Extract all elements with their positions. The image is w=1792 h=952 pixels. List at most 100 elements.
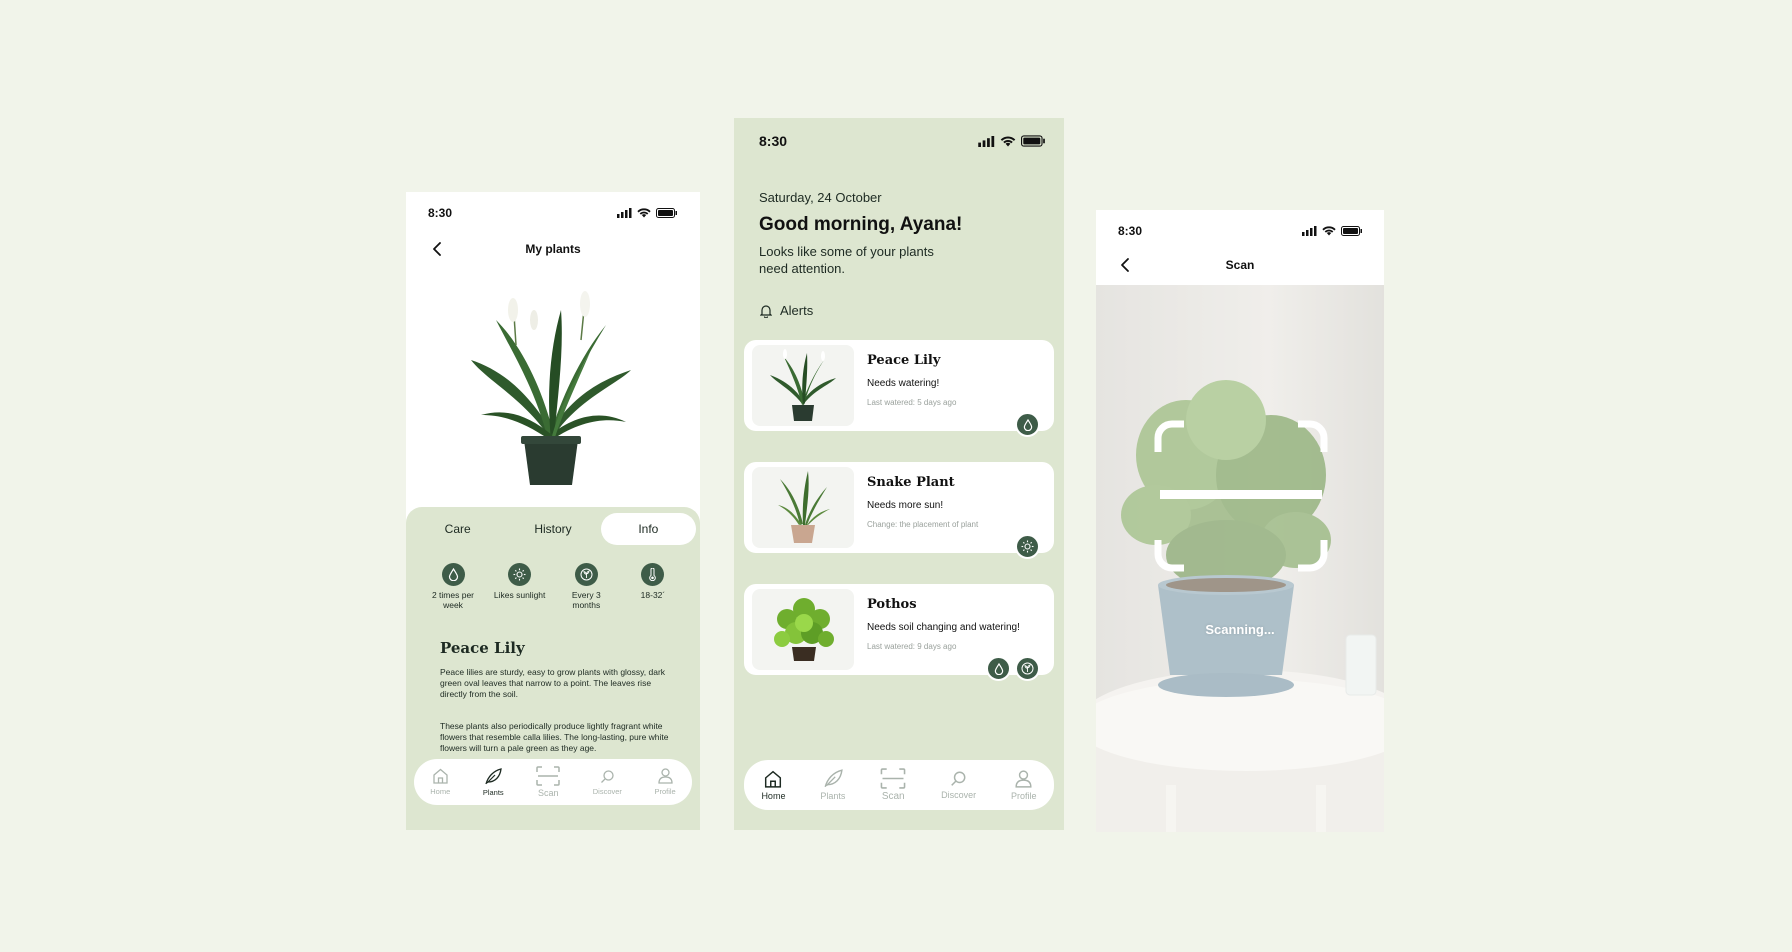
water-drop-icon <box>1015 412 1040 437</box>
peace-lily-image <box>471 291 631 485</box>
profile-icon <box>657 768 673 784</box>
nav-discover[interactable]: Discover <box>941 770 976 800</box>
scan-frame-icon <box>536 766 560 786</box>
nav-profile-label: Profile <box>654 787 676 796</box>
plant-description-2: These plants also periodically produce l… <box>440 721 669 753</box>
signal-icon <box>617 208 632 218</box>
profile-icon <box>1015 769 1032 788</box>
card-message: Needs more sun! <box>867 500 944 511</box>
camera-viewfinder[interactable] <box>1096 285 1384 832</box>
home-screen: 8:30 Saturday, 24 October Good morning, … <box>734 118 1064 830</box>
card-plant-name: Snake Plant <box>867 475 955 490</box>
water-drop-icon <box>986 656 1011 681</box>
tab-care[interactable]: Care <box>410 513 505 545</box>
alert-card-pothos[interactable]: Pothos Needs soil changing and watering!… <box>744 584 1054 681</box>
nav-profile-label: Profile <box>1010 790 1037 801</box>
thermometer-icon <box>641 563 665 586</box>
card-message: Needs soil changing and watering! <box>867 622 1020 633</box>
nav-scan-label: Scan <box>537 788 559 798</box>
current-date: Saturday, 24 October <box>759 190 882 205</box>
page-title: My plants <box>525 242 581 256</box>
soil-icon <box>1015 656 1040 681</box>
search-icon <box>951 771 966 786</box>
scan-frame-overlay <box>1154 420 1328 572</box>
nav-home-label: Home <box>430 787 451 796</box>
wifi-icon <box>637 208 651 218</box>
scan-screen: 8:30 Scan Scanning... <box>1096 210 1384 832</box>
peace-lily-thumbnail <box>752 345 854 426</box>
water-drop-icon <box>441 563 465 586</box>
bell-icon <box>760 304 772 318</box>
nav-home[interactable]: Home <box>761 770 785 801</box>
status-time: 8:30 <box>759 133 788 149</box>
plant-name: Peace Lily <box>440 639 525 657</box>
card-note: Change: the placement of plant <box>867 520 979 529</box>
bottom-nav: Home Plants Scan Discover Profile <box>744 760 1054 810</box>
signal-icon <box>1302 226 1317 236</box>
nav-home-label: Home <box>761 790 786 801</box>
battery-icon <box>656 208 677 218</box>
search-icon <box>600 769 614 783</box>
home-icon <box>433 768 448 784</box>
care-soil: Every 3 months <box>559 563 613 610</box>
status-bar: 8:30 <box>734 133 1064 149</box>
soil-icon <box>574 563 598 586</box>
alert-card-peace-lily[interactable]: Peace Lily Needs watering! Last watered:… <box>744 340 1054 437</box>
care-soil-label: Every 3 months <box>571 590 601 610</box>
alerts-header: Alerts <box>760 303 813 318</box>
status-bar: 8:30 <box>1096 224 1384 238</box>
card-message: Needs watering! <box>867 378 940 389</box>
greeting-subtitle: Looks like some of your plants need atte… <box>759 244 934 276</box>
nav-plants-label: Plants <box>820 791 846 801</box>
wifi-icon <box>1000 135 1016 146</box>
signal-icon <box>978 135 995 147</box>
my-plants-screen: 8:30 My plants Care History Info 2 times… <box>406 192 700 830</box>
card-plant-name: Peace Lily <box>867 353 941 368</box>
sun-icon <box>1015 534 1040 559</box>
pothos-thumbnail <box>752 589 854 670</box>
tab-history[interactable]: History <box>505 513 600 545</box>
nav-scan[interactable]: Scan <box>536 766 560 798</box>
nav-discover[interactable]: Discover <box>593 769 622 796</box>
bottom-nav: Home Plants Scan Discover Profile <box>414 759 692 805</box>
care-temperature: 18-32´ <box>626 563 680 610</box>
care-temperature-label: 18-32´ <box>640 590 666 600</box>
leaf-icon <box>485 767 502 784</box>
nav-profile[interactable]: Profile <box>1010 769 1037 801</box>
scanning-status: Scanning... <box>1205 622 1275 637</box>
greeting: Good morning, Ayana! <box>759 214 963 235</box>
page-title: Scan <box>1225 258 1255 272</box>
care-water: 2 times per week <box>426 563 480 610</box>
nav-plants-label: Plants <box>482 787 504 797</box>
card-note: Last watered: 9 days ago <box>867 642 957 651</box>
card-plant-name: Pothos <box>867 597 917 612</box>
home-icon <box>765 770 782 788</box>
status-time: 8:30 <box>428 206 453 220</box>
scan-frame-icon <box>880 768 906 789</box>
alerts-label: Alerts <box>780 303 814 318</box>
nav-discover-label: Discover <box>941 790 977 800</box>
nav-scan[interactable]: Scan <box>880 768 906 802</box>
care-light-label: Likes sunlight <box>493 590 546 600</box>
wifi-icon <box>1322 226 1336 236</box>
plant-info-panel: Care History Info 2 times per week Likes… <box>406 507 700 830</box>
snake-plant-thumbnail <box>752 467 854 548</box>
battery-icon <box>1341 226 1362 236</box>
plant-tabs: Care History Info <box>410 513 696 545</box>
status-bar: 8:30 <box>406 206 700 220</box>
nav-scan-label: Scan <box>881 791 905 802</box>
card-note: Last watered: 5 days ago <box>867 398 957 407</box>
battery-icon <box>1021 135 1045 147</box>
nav-discover-label: Discover <box>592 786 622 796</box>
leaf-icon <box>824 769 843 788</box>
sun-icon <box>508 563 532 586</box>
tab-info[interactable]: Info <box>600 513 696 545</box>
nav-profile[interactable]: Profile <box>654 768 676 796</box>
nav-plants[interactable]: Plants <box>482 767 504 797</box>
alert-card-snake-plant[interactable]: Snake Plant Needs more sun! Change: the … <box>744 462 1054 559</box>
nav-home[interactable]: Home <box>430 768 450 796</box>
care-requirements: 2 times per week Likes sunlight Every 3 … <box>426 563 680 610</box>
care-light: Likes sunlight <box>493 563 547 610</box>
status-time: 8:30 <box>1118 224 1143 238</box>
nav-plants[interactable]: Plants <box>820 769 845 801</box>
